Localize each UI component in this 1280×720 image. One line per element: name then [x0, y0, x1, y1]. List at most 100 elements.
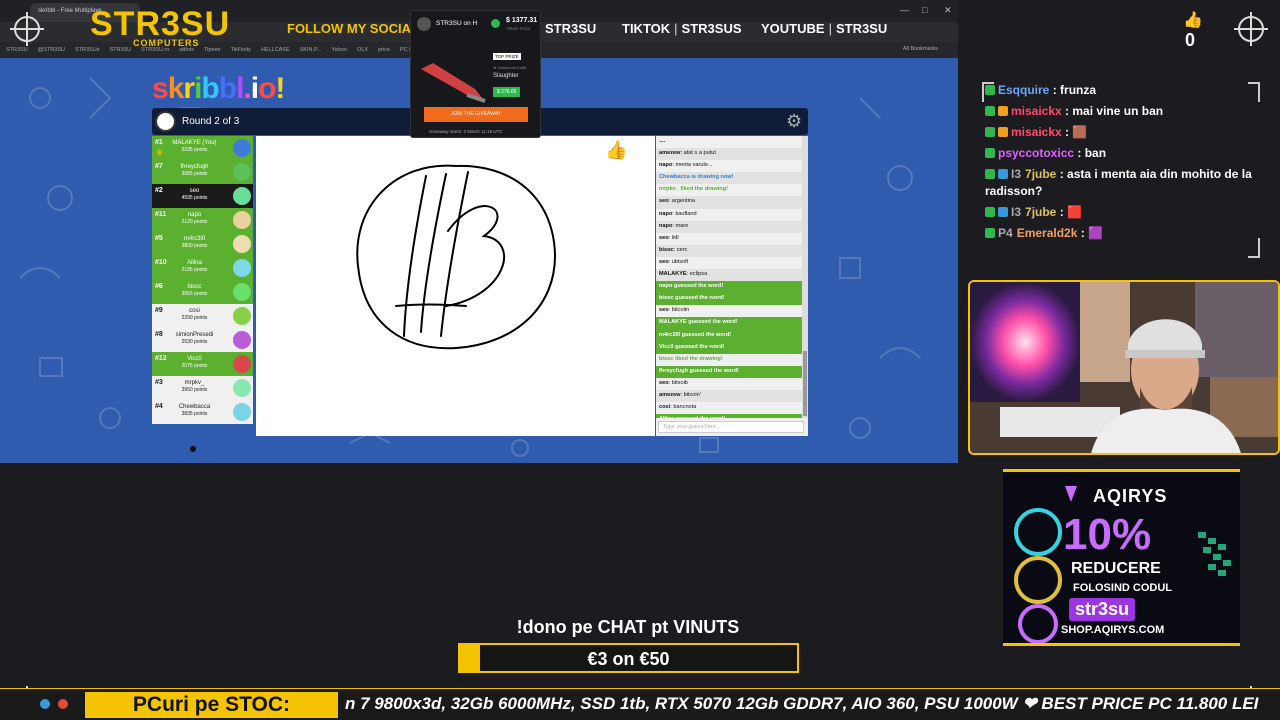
chat-message: .... [656, 136, 802, 148]
chat-text: 🟪 [1088, 226, 1104, 240]
player-row[interactable]: #4 Chewbacca 3835 points [152, 400, 253, 424]
badge-icon [985, 106, 995, 116]
player-name: MALAKYE (You) [172, 140, 217, 146]
player-name: bisoc [187, 284, 202, 290]
chat-message: seo: lidl [659, 234, 679, 241]
player-avatar [233, 355, 251, 373]
item-value: $ 276.66 [493, 87, 521, 97]
maximize-icon[interactable]: □ [922, 5, 927, 15]
all-bookmarks[interactable]: All Bookmarks [903, 46, 938, 52]
player-name: Chewbacca [178, 404, 211, 410]
chat-scroll-thumb[interactable] [803, 351, 807, 416]
bookmark-item[interactable]: Tipeee [204, 47, 221, 53]
player-row[interactable]: #5 m4rc3l0 3800 points [152, 232, 253, 256]
bookmark-item[interactable]: OLX [357, 47, 368, 53]
giveaway-avatar [417, 17, 431, 31]
badge-icon [985, 148, 995, 158]
chat-message: mrpkv_ liked the drawing! [656, 184, 802, 196]
social-handle-1: STR3SU [545, 21, 597, 36]
pager-dot[interactable] [190, 446, 196, 452]
player-row[interactable]: #11 napo 2120 points [152, 208, 253, 232]
join-giveaway-button[interactable]: JOIN THE GIVEAWAY [424, 107, 528, 122]
badge-icon [985, 228, 995, 238]
player-points: 2195 points [181, 267, 208, 273]
chat-text: ban [1084, 146, 1107, 160]
player-name: mrpkv_ [184, 380, 205, 386]
logo-letter: r [183, 72, 195, 105]
game-chat: .... amezew: atat s a putut napo: menta va… [656, 136, 808, 436]
logo-letter: k [167, 72, 185, 105]
logo-letter: l [236, 72, 244, 105]
like-count: 0 [1185, 30, 1196, 50]
chat-user: psyccotoxicc [998, 146, 1075, 160]
player-row[interactable]: #3 mrpkv_ 3950 points [152, 376, 253, 400]
taskbar-icon[interactable] [58, 699, 68, 709]
twitch-chat-message: I3 7jube : asta i menta aia din mohito de… [985, 167, 1252, 198]
player-row[interactable]: #1 MALAKYE (You) 5235 points ♛ [152, 136, 253, 160]
player-row[interactable]: #8 simionPresedi 2530 points [152, 328, 253, 352]
channel-logo-sub: COMPUTERS [133, 38, 200, 48]
taskbar-icon[interactable] [40, 699, 50, 709]
chat-message: napo: menta varule... [659, 162, 713, 169]
bookmark-item[interactable]: STR3SU [109, 47, 131, 53]
ticker-text: n 7 9800x3d, 32Gb 6000MHz, SSD 1tb, RTX … [345, 694, 1259, 713]
player-avatar [233, 379, 251, 397]
bottom-ticker: PCuri pe STOC: n 7 9800x3d, 32Gb 6000MHz… [0, 688, 1280, 720]
logo-letter: b [218, 72, 237, 105]
bookmark-item[interactable]: STR3SUs [75, 47, 99, 53]
ad-line2: FOLOSIND CODUL [1073, 582, 1172, 594]
gear-icon[interactable]: ⚙ [786, 111, 802, 132]
chat-author: seo [659, 234, 669, 241]
player-name: seo [189, 188, 200, 194]
pool-icon [491, 19, 500, 28]
chat-message: fhreycfugh guessed the word! [656, 365, 802, 378]
chat-author: napo [659, 222, 673, 229]
player-avatar [233, 403, 251, 421]
player-name: Vicc0 [187, 356, 202, 362]
drawing-canvas[interactable] [256, 136, 655, 436]
bookmark-item[interactable]: Yahoo [332, 47, 348, 53]
sponsor-ad: AQIRYS 10% REDUCERE FOLOSIND CODUL str3s… [1003, 469, 1240, 646]
chat-author: napo [659, 162, 673, 169]
player-row[interactable]: #12 Vicc0 2075 points [152, 352, 253, 376]
bookmark-item[interactable]: STR3SU [6, 47, 28, 53]
player-row[interactable]: #7 fhreycfugh 3085 points [152, 160, 253, 184]
player-row[interactable]: #2 seo 4595 points [152, 184, 253, 208]
player-avatar [233, 211, 251, 229]
close-icon[interactable]: ✕ [944, 5, 952, 16]
player-row[interactable]: #6 bisoc 3565 points [152, 280, 253, 304]
chat-message: seo: argentina [656, 196, 802, 209]
chat-message: amezew: bitcoin' [656, 389, 802, 403]
stream-layout: { "browser": { "tab_title": "skribbl - F… [0, 0, 1280, 720]
like-drawing-icon[interactable]: 👍 [605, 140, 627, 161]
player-avatar [233, 331, 251, 349]
bookmark-item[interactable]: TikFinity [231, 47, 251, 53]
chat-text: atat s a putut [683, 150, 716, 157]
round-indicator: Round 2 of 3 [182, 116, 240, 127]
chat-messages: .... amezew: atat s a putut napo: menta va… [656, 136, 802, 418]
player-avatar [233, 307, 251, 325]
player-points: 2075 points [181, 363, 208, 369]
chat-text: cerc [676, 246, 688, 253]
minimize-icon[interactable]: — [900, 5, 909, 15]
twitch-chat-message: misaickx : mai vine un ban [985, 103, 1260, 120]
player-row[interactable]: #9 cosi 2290 points [152, 304, 253, 328]
bookmark-item[interactable]: price [378, 47, 390, 53]
chat-text: frunza [1060, 83, 1097, 97]
badge-icon [998, 207, 1008, 217]
player-points: 3085 points [181, 171, 208, 177]
chat-message: napo guessed the word! [656, 281, 802, 294]
chat-text: lidl [671, 234, 679, 241]
twitch-chat: Esqquire : frunza misaickx : mai vine un … [985, 82, 1260, 260]
bookmark-item[interactable]: @STR3SU [38, 47, 65, 53]
drawing-bitcoin [356, 164, 557, 350]
bookmark-item[interactable]: HELLCASE [261, 47, 290, 53]
bookmark-item[interactable]: SKIN.P... [300, 47, 322, 53]
chat-text: 🟫 [1072, 125, 1088, 139]
player-avatar [233, 235, 251, 253]
player-row[interactable]: #10 Allina 2195 points [152, 256, 253, 280]
chat-system-text: .... [659, 138, 666, 144]
player-points: 2290 points [181, 315, 208, 321]
guess-input[interactable]: Type your guess here... [658, 421, 804, 433]
chat-text: mai vine un ban [1072, 104, 1164, 118]
